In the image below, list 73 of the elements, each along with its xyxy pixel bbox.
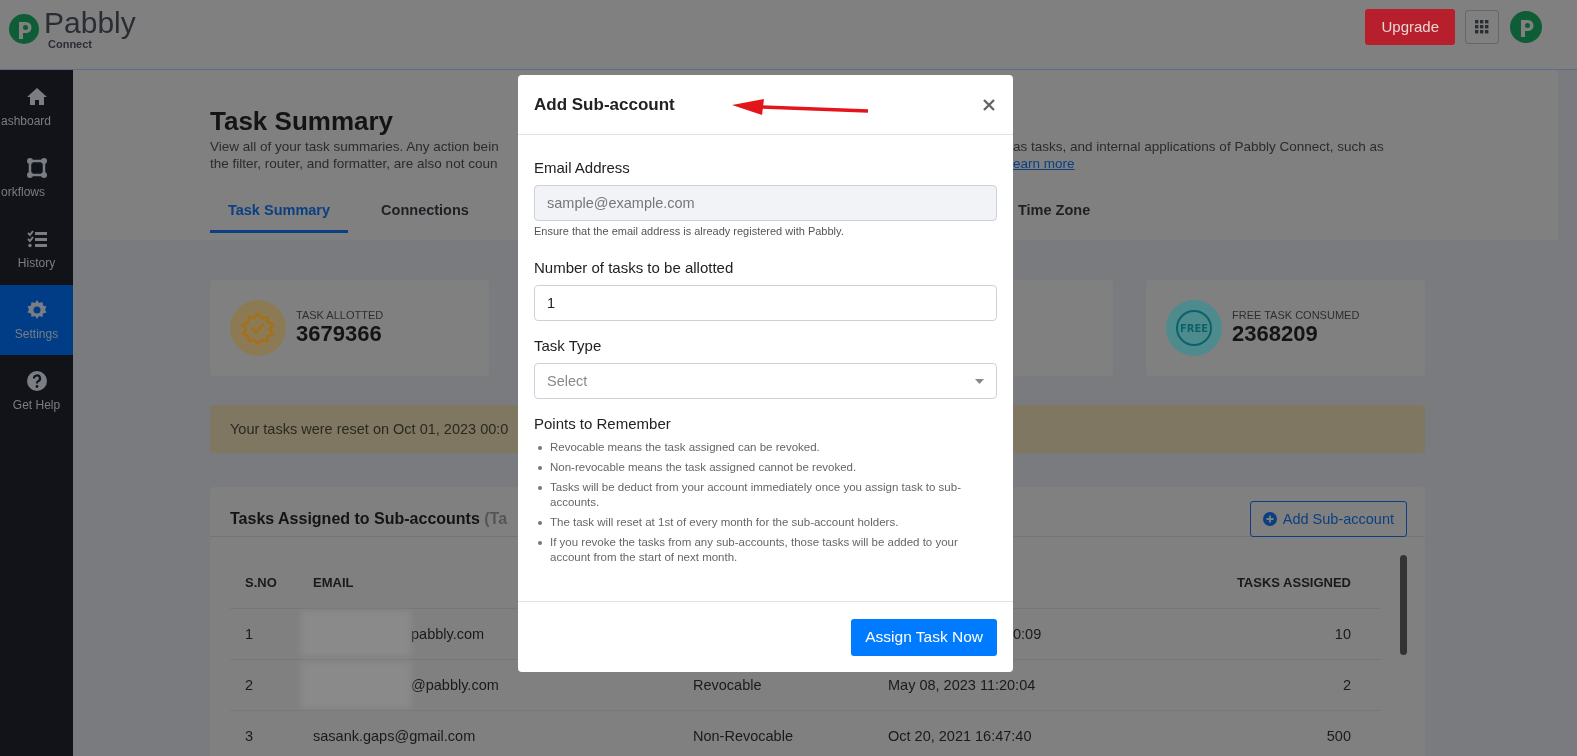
column-header: S.NO <box>245 574 278 590</box>
sidebar-item[interactable]: History <box>0 214 73 284</box>
table-cell: pabbly.com <box>411 626 485 642</box>
table-cell-text: 2 <box>1341 677 1351 693</box>
list-item-text: The task will reset at 1st of every month for the sub-account holders. <box>550 515 899 530</box>
select-dropdown[interactable]: Select <box>534 363 997 399</box>
free-icon: FREE <box>1166 300 1222 356</box>
upgrade-button[interactable]: Upgrade <box>1365 8 1455 45</box>
list-item-text: Revocable means the task assigned can be revoked. <box>550 440 820 455</box>
table-cell-text: 10 <box>1333 626 1351 642</box>
list-item-text: Tasks will be deduct from your account immediately once you assign task to sub-accounts. <box>550 480 962 510</box>
help-icon <box>25 370 48 392</box>
sidebar-item[interactable]: Settings <box>0 285 73 355</box>
tab[interactable]: Time Zone <box>1018 194 1091 233</box>
table-cell-text: 1 <box>245 626 255 642</box>
description-text: as tasks, and internal applications of Pabbly Connect, such as <box>1013 139 1384 154</box>
table-cell: 0:09 <box>1013 626 1042 642</box>
apps-button[interactable] <box>1465 9 1499 44</box>
sidebar-item[interactable]: Get Help <box>0 356 73 426</box>
logo-wordmark: Pabbly <box>44 7 136 38</box>
home-icon <box>25 86 48 108</box>
sidebar-item[interactable]: orkflows <box>0 143 73 213</box>
table-cell-text: 2 <box>245 677 255 693</box>
stat-value: 3679366 <box>296 321 383 347</box>
tab[interactable]: Task Summary <box>210 194 348 233</box>
notice-text: Your tasks were reset on Oct 01, 2023 00:0 <box>230 421 509 437</box>
bullet-icon <box>538 541 542 545</box>
workflow-icon <box>25 157 48 179</box>
tab[interactable]: Connections <box>356 194 494 233</box>
page-title: Task Summary <box>210 106 394 136</box>
table-cell: Non-Revocable <box>693 728 793 744</box>
field-label: Email Address <box>534 159 631 176</box>
caret-icon <box>975 378 984 384</box>
table-cell: May 08, 2023 11:20:04 <box>888 677 1036 693</box>
scrollbar[interactable] <box>1400 555 1407 655</box>
badge-check-icon <box>230 300 286 356</box>
table-cell: Revocable <box>693 677 762 693</box>
section-heading: Points to Remember <box>534 415 672 432</box>
close-icon <box>983 98 995 111</box>
avatar-icon <box>1509 9 1543 44</box>
table-cell: @pabbly.com <box>411 677 499 693</box>
logo-icon <box>8 12 40 45</box>
list-item-text: If you revoke the tasks from any sub-accounts, those tasks will be added to your account from the start of next month. <box>550 535 959 565</box>
bullet-icon <box>538 486 542 490</box>
grid-icon <box>1475 19 1489 34</box>
assign-task-button[interactable]: Assign Task Now <box>851 618 997 656</box>
table-cell: Oct 20, 2021 16:47:40 <box>888 728 1032 744</box>
description-text: View all of your task summaries. Any action bein <box>210 138 500 155</box>
checklist-icon <box>25 228 48 250</box>
input-field[interactable]: 1 <box>534 285 997 321</box>
column-header: TASKS ASSIGNED <box>1235 574 1351 590</box>
add-sub-account-button[interactable]: Add Sub-account <box>1249 500 1407 537</box>
column-header: EMAIL <box>313 574 355 590</box>
sidebar-item[interactable]: ashboard <box>0 72 73 142</box>
bullet-icon <box>538 466 542 470</box>
settings-icon <box>25 299 48 321</box>
stat-value: 2368209 <box>1232 321 1319 347</box>
description-text: the filter, router, and formatter, are also not coun <box>210 155 499 172</box>
field-label: Number of tasks to be allotted <box>534 259 735 276</box>
stat-label: TASK ALLOTTED <box>296 309 384 321</box>
learn-more-link[interactable]: earn more <box>1013 156 1075 171</box>
logo-subtitle: Connect <box>48 37 92 50</box>
table-cell-text: 3 <box>245 728 255 744</box>
plus-circle-icon <box>1262 511 1277 526</box>
field-label: Task Type <box>534 337 603 354</box>
bullet-icon <box>538 521 542 525</box>
table-cell-text: 500 <box>1325 728 1351 744</box>
help-text: Ensure that the email address is already registered with Pabbly. <box>534 225 845 237</box>
bullet-icon <box>538 446 542 450</box>
table-cell: sasank.gaps@gmail.com <box>313 728 476 744</box>
modal-title: Add Sub-account <box>534 94 675 115</box>
list-item-text: Non-revocable means the task assigned cannot be revoked. <box>550 460 857 475</box>
stat-label: FREE TASK CONSUMED <box>1232 309 1360 321</box>
